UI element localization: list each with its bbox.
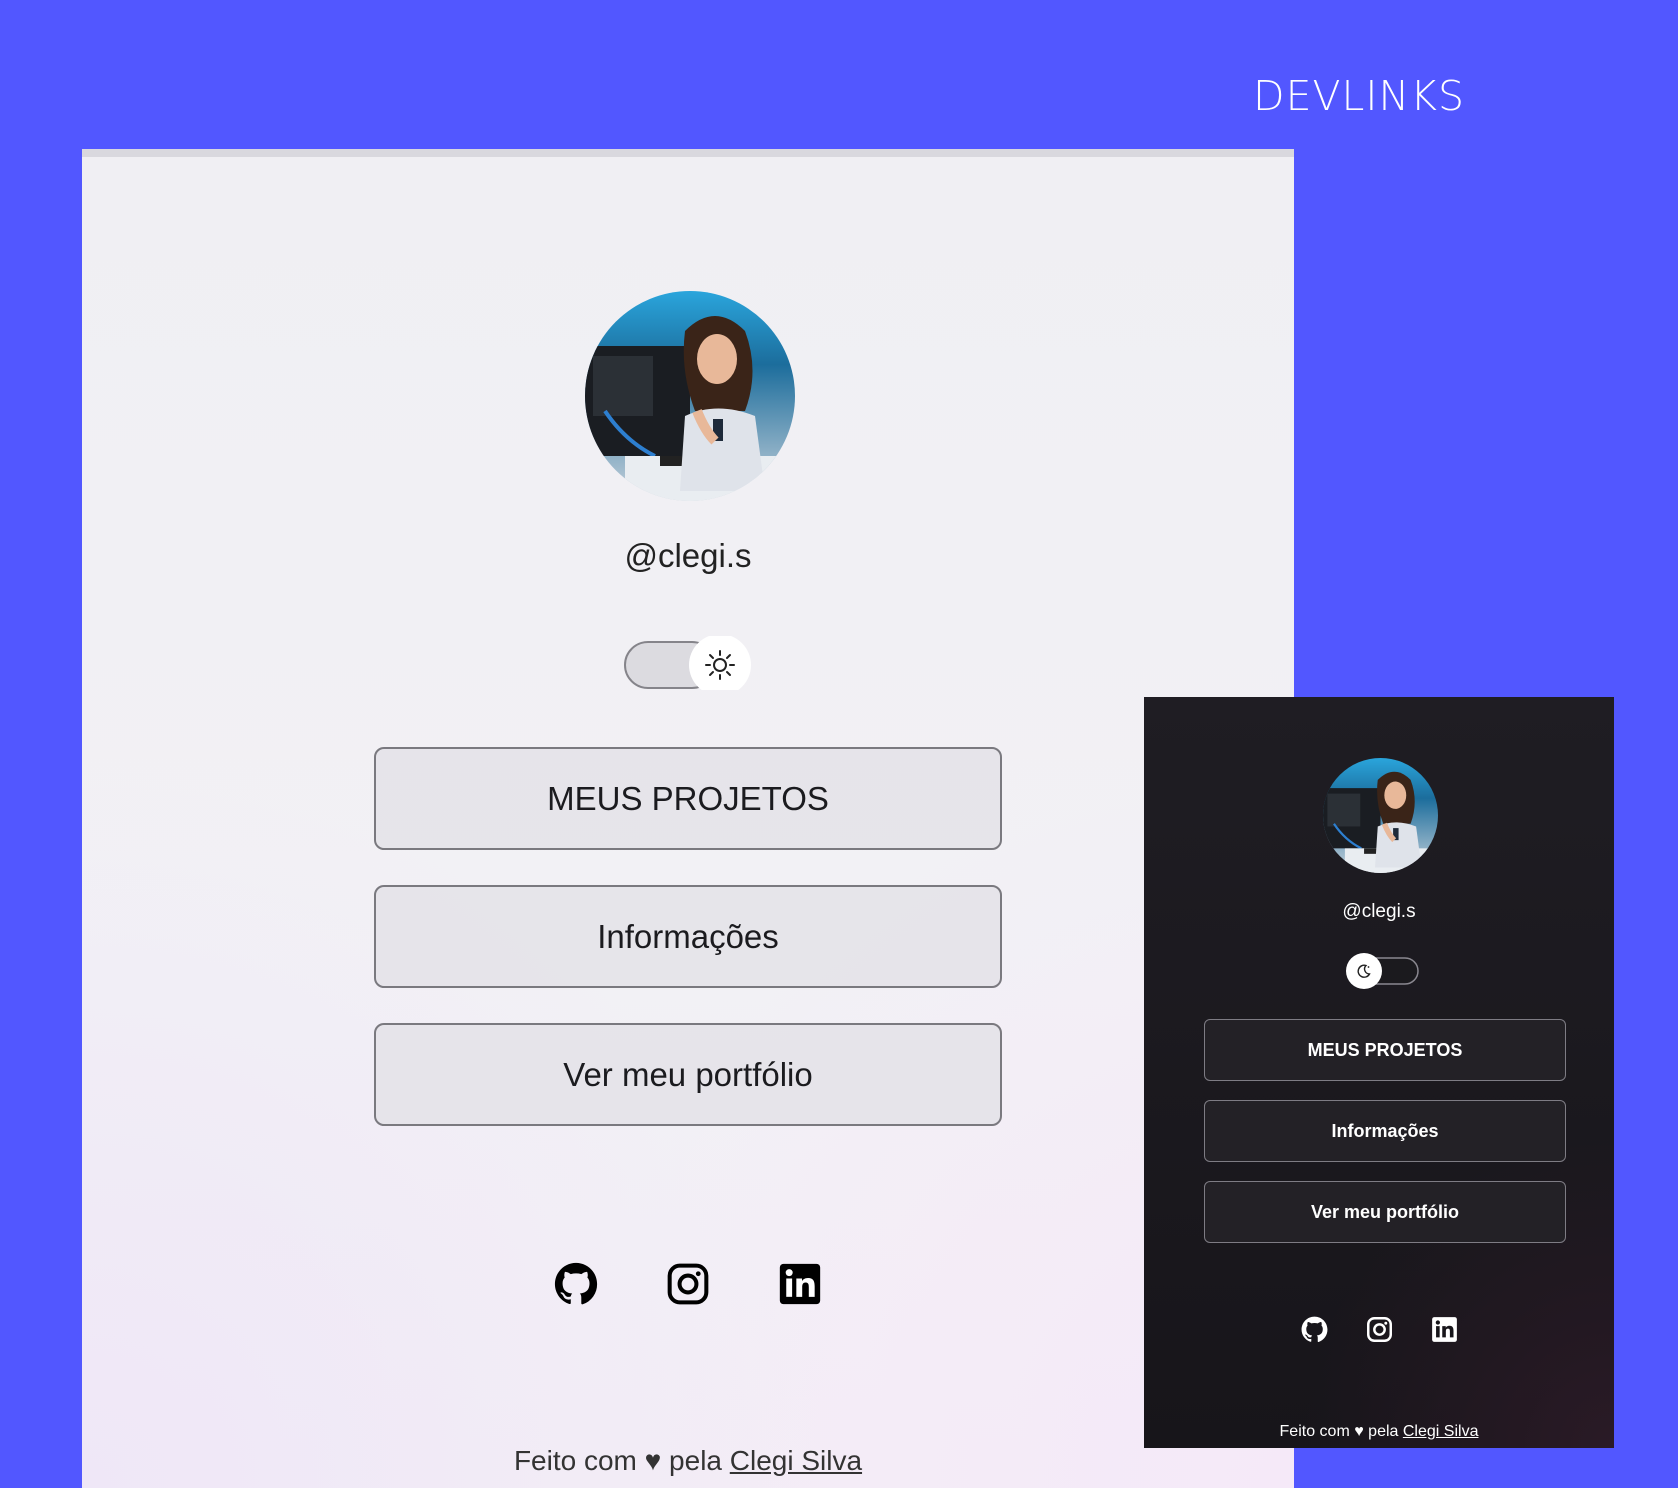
link-button-portfolio[interactable]: Ver meu portfólio (374, 1023, 1002, 1126)
github-icon[interactable] (1301, 1316, 1328, 1343)
social-links (1144, 1316, 1614, 1343)
username-handle: @clegi.s (624, 537, 752, 574)
link-list: MEUS PROJETOS Informações Ver meu portfó… (374, 747, 1002, 1161)
link-button-informacoes[interactable]: Informações (374, 885, 1002, 988)
github-icon[interactable] (554, 1262, 598, 1306)
brand-title: DEVLINKS (1253, 72, 1466, 120)
author-link[interactable]: Clegi Silva (730, 1445, 862, 1476)
linkedin-icon[interactable] (1431, 1316, 1458, 1343)
link-button-portfolio[interactable]: Ver meu portfólio (1204, 1181, 1566, 1243)
footer-credit: Feito com ♥ pela Clegi Silva (1144, 1423, 1614, 1441)
instagram-icon[interactable] (666, 1262, 710, 1306)
link-button-meus-projetos[interactable]: MEUS PROJETOS (374, 747, 1002, 850)
theme-toggle[interactable] (623, 636, 753, 690)
sun-icon (705, 650, 735, 680)
footer-prefix: Feito com ♥ pela (513, 1445, 722, 1476)
link-button-informacoes[interactable]: Informações (1204, 1100, 1566, 1162)
link-button-meus-projetos[interactable]: MEUS PROJETOS (1204, 1019, 1566, 1081)
avatar (585, 291, 795, 501)
link-list: MEUS PROJETOS Informações Ver meu portfó… (1204, 1019, 1566, 1262)
social-links (82, 1262, 1294, 1306)
moon-icon (1356, 963, 1372, 979)
theme-toggle[interactable] (1346, 951, 1422, 991)
light-mode-preview: @clegi.s MEUS PROJETOS Informações Ver m… (82, 149, 1294, 1488)
linkedin-icon[interactable] (778, 1262, 822, 1306)
dark-mode-preview: @clegi.s MEUS PROJETOS Informações Ver m… (1144, 697, 1614, 1448)
footer-credit: Feito com ♥ pela Clegi Silva (82, 1445, 1294, 1477)
instagram-icon[interactable] (1366, 1316, 1393, 1343)
avatar (1323, 758, 1438, 873)
footer-prefix: Feito com ♥ pela (1279, 1423, 1399, 1440)
username-handle: @clegi.s (1342, 901, 1416, 922)
author-link[interactable]: Clegi Silva (1403, 1423, 1479, 1440)
